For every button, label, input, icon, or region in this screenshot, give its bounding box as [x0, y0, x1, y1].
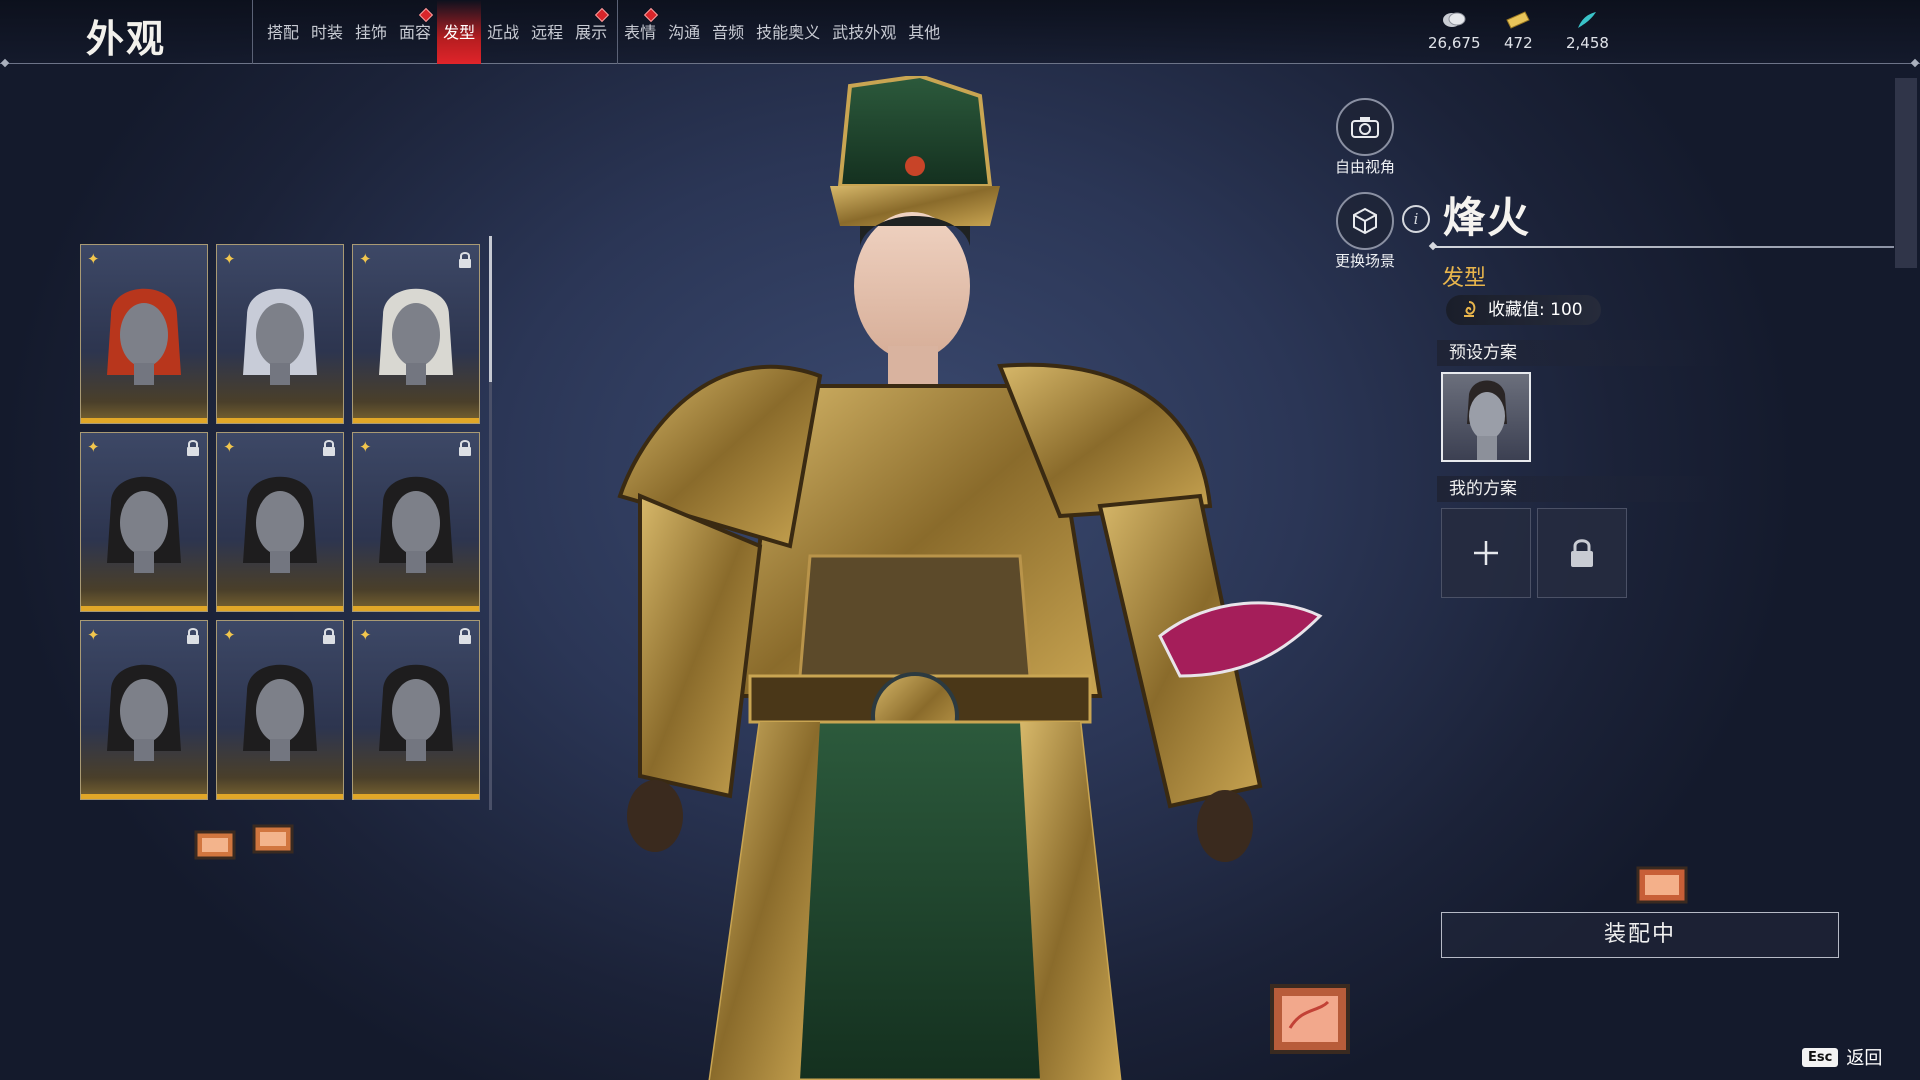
back-hint[interactable]: Esc 返回	[1802, 1044, 1882, 1070]
rarity-icon: ✦	[87, 250, 100, 268]
change-scene-button[interactable]	[1336, 192, 1394, 250]
my-section-label: 我的方案	[1449, 479, 1517, 499]
hair-preview	[107, 288, 181, 385]
currency-value: 26,675	[1428, 34, 1481, 52]
preset-thumbnail[interactable]	[1441, 372, 1531, 462]
item-name: 烽火	[1443, 193, 1532, 242]
camera-icon	[1351, 117, 1379, 138]
lock-icon	[323, 440, 335, 456]
tab-fashion[interactable]: 时装	[305, 0, 349, 64]
hairstyle-card[interactable]: ✦	[216, 432, 344, 612]
page-title: 外观	[86, 17, 167, 61]
lock-icon	[323, 628, 335, 644]
rarity-icon: ✦	[223, 438, 236, 456]
hair-preview	[379, 664, 453, 761]
tab-martial-appearance[interactable]: 武技外观	[826, 0, 902, 64]
hairstyle-card[interactable]: ✦	[216, 244, 344, 424]
category-tabs: 搭配 时装 挂饰 面容 发型 近战 远程 展示 表情 沟通 音频 技能奥义 武技…	[252, 0, 946, 64]
add-scheme-button[interactable]	[1441, 508, 1531, 598]
tab-outfit-set[interactable]: 搭配	[261, 0, 305, 64]
lock-icon	[1571, 539, 1593, 567]
lock-icon	[459, 440, 471, 456]
rarity-icon: ✦	[87, 626, 100, 644]
preset-section-label: 预设方案	[1449, 343, 1517, 363]
collection-icon	[1464, 301, 1476, 317]
notification-dot	[644, 7, 659, 23]
info-icon[interactable]: i	[1402, 205, 1430, 233]
hair-preview	[243, 476, 317, 573]
tab-skill-ultimate[interactable]: 技能奥义	[750, 0, 826, 64]
currency-value: 2,458	[1566, 34, 1609, 52]
tab-face[interactable]: 面容	[393, 0, 437, 64]
hairstyle-card[interactable]: ✦	[80, 244, 208, 424]
tab-hairstyle[interactable]: 发型	[437, 0, 482, 64]
tab-other[interactable]: 其他	[902, 0, 946, 64]
tab-melee[interactable]: 近战	[481, 0, 525, 64]
lantern-icon	[252, 824, 294, 854]
preset-portrait	[1467, 380, 1507, 460]
rarity-icon: ✦	[359, 250, 372, 268]
tab-display[interactable]: 展示	[569, 0, 613, 64]
collection-value-text: 收藏值: 100	[1488, 300, 1583, 320]
hairstyle-card[interactable]: ✦	[80, 620, 208, 800]
tab-audio[interactable]: 音频	[706, 0, 750, 64]
lock-icon	[459, 628, 471, 644]
rarity-icon: ✦	[87, 438, 100, 456]
hairstyle-card[interactable]: ✦	[216, 620, 344, 800]
hairstyle-card[interactable]: ✦	[352, 432, 480, 612]
preset-section-header: 预设方案	[1437, 340, 1729, 366]
back-label: 返回	[1846, 1048, 1883, 1069]
feather-icon	[1578, 12, 1597, 28]
grid-scrollbar[interactable]	[489, 236, 492, 810]
plus-icon	[1474, 541, 1498, 565]
item-category: 发型	[1442, 266, 1487, 291]
hairstyle-card[interactable]: ✦	[352, 620, 480, 800]
currency-ticket: 472	[1504, 10, 1533, 52]
hair-preview	[107, 664, 181, 761]
tab-communication[interactable]: 沟通	[662, 0, 706, 64]
notification-dot	[595, 7, 610, 23]
cube-icon	[1353, 207, 1377, 235]
free-view-label: 自由视角	[1334, 158, 1395, 176]
character-model[interactable]	[560, 76, 1360, 1080]
right-scrollbar[interactable]	[1895, 78, 1917, 268]
currency-feather: 2,458	[1566, 10, 1609, 52]
rarity-icon: ✦	[359, 438, 372, 456]
lock-icon	[187, 440, 199, 456]
hairstyle-card[interactable]: ✦	[352, 244, 480, 424]
collection-value-badge: 收藏值: 100	[1446, 295, 1601, 325]
free-view-button[interactable]	[1336, 98, 1394, 156]
lock-icon	[187, 628, 199, 644]
rarity-icon: ✦	[223, 626, 236, 644]
hair-preview	[379, 476, 453, 573]
name-divider	[1434, 246, 1894, 248]
coin-icon	[1443, 12, 1466, 27]
hairstyle-card[interactable]: ✦	[80, 432, 208, 612]
esc-key: Esc	[1802, 1047, 1839, 1067]
tab-emote[interactable]: 表情	[617, 0, 662, 64]
equipped-button[interactable]: 装配中	[1441, 912, 1839, 958]
hair-preview	[243, 288, 317, 385]
currency-value: 472	[1504, 34, 1533, 52]
hair-preview	[107, 476, 181, 573]
my-section-header: 我的方案	[1437, 476, 1729, 502]
locked-scheme-slot	[1537, 508, 1627, 598]
change-scene-label: 更换场景	[1334, 252, 1395, 270]
currency-coin: 26,675	[1428, 10, 1481, 52]
lock-icon	[459, 252, 471, 268]
lantern-icon	[194, 830, 236, 860]
tab-accessory[interactable]: 挂饰	[349, 0, 393, 64]
hair-preview	[243, 664, 317, 761]
rarity-icon: ✦	[359, 626, 372, 644]
rarity-icon: ✦	[223, 250, 236, 268]
tab-ranged[interactable]: 远程	[525, 0, 569, 64]
lantern-icon	[1636, 866, 1688, 904]
hair-preview	[379, 288, 453, 385]
scrollbar-thumb[interactable]	[489, 236, 492, 382]
ticket-icon	[1506, 11, 1530, 29]
notification-dot	[418, 7, 434, 23]
